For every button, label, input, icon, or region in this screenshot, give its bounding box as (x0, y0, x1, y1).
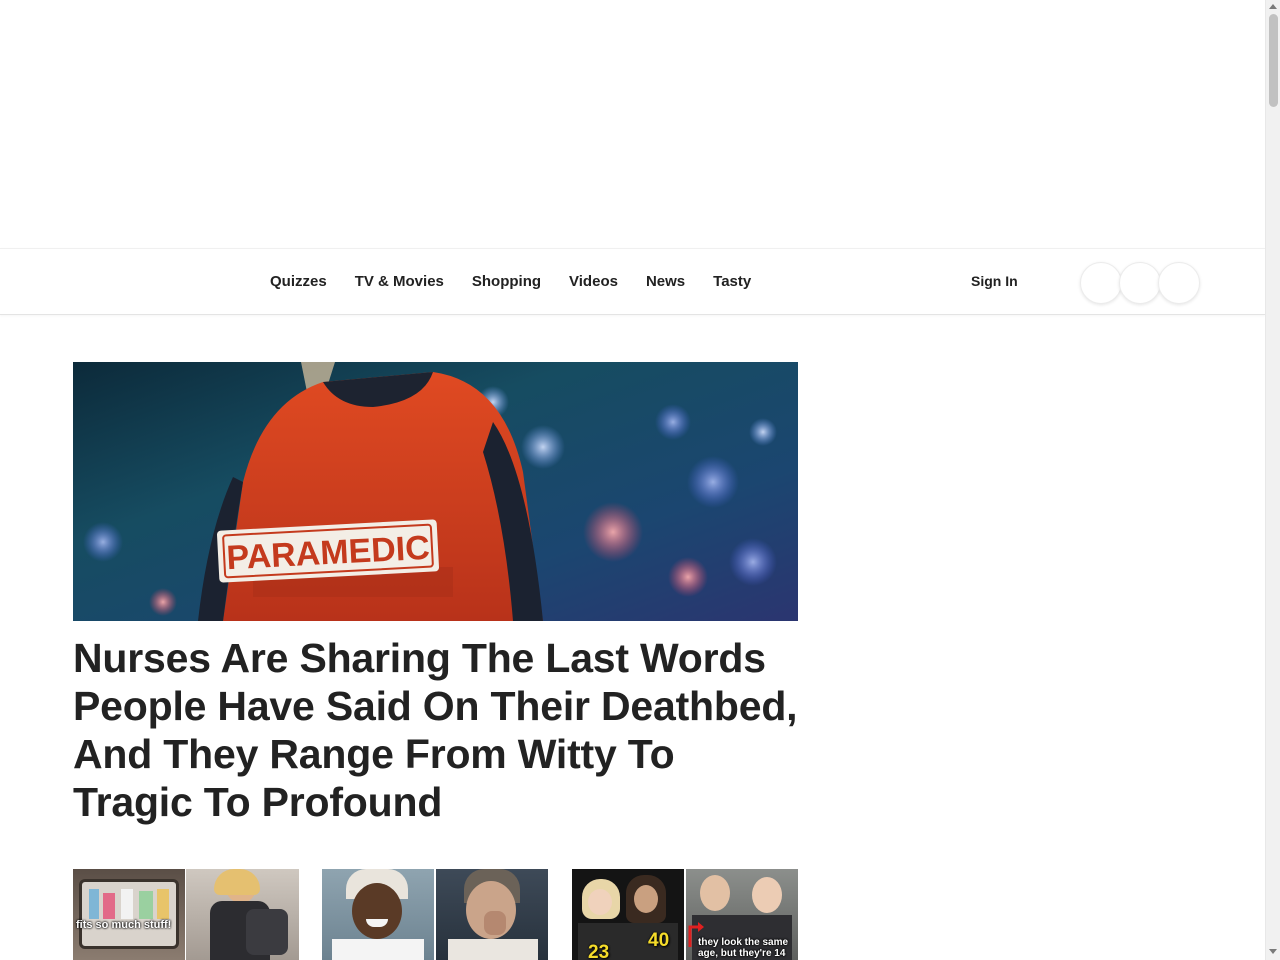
thumb2-left-image (322, 869, 434, 960)
scrollbar-thumb[interactable] (1269, 14, 1278, 107)
scroll-down-arrow-icon[interactable] (1269, 949, 1277, 954)
search-circle-button[interactable] (1119, 262, 1161, 304)
nav-item-videos[interactable]: Videos (569, 273, 618, 290)
article-thumbnail-2[interactable] (322, 869, 548, 960)
hero-image[interactable]: PARAMEDIC (73, 362, 798, 621)
thumb3-age-right: 40 (648, 930, 670, 951)
scroll-up-arrow-icon[interactable] (1269, 4, 1277, 9)
page: Quizzes TV & Movies Shopping Videos News… (0, 0, 1280, 960)
hero-paramedic-illustration: PARAMEDIC (73, 362, 798, 621)
account-circle-button[interactable] (1158, 262, 1200, 304)
thumb2-right-image (436, 869, 548, 960)
page-scrollbar[interactable] (1265, 0, 1280, 960)
main-navbar: Quizzes TV & Movies Shopping Videos News… (0, 248, 1265, 315)
thumb1-right-image (186, 869, 299, 960)
nav-item-tv-movies[interactable]: TV & Movies (355, 273, 444, 290)
article-thumbnail-3[interactable]: 23 40 they look the same age, but they'r… (572, 869, 798, 960)
sign-in-link[interactable]: Sign In (971, 273, 1018, 289)
hero-headline[interactable]: Nurses Are Sharing The Last Words People… (73, 634, 798, 826)
thumb1-caption: fits so much stuff! (76, 919, 172, 931)
thumb1-left-image (73, 869, 185, 960)
thumb3-caption: they look the same age, but they're 14 (698, 937, 789, 959)
thumb3-age-left: 23 (588, 942, 610, 960)
nav-item-tasty[interactable]: Tasty (713, 273, 751, 290)
nav-item-news[interactable]: News (646, 273, 685, 290)
nav-item-shopping[interactable]: Shopping (472, 273, 541, 290)
top-ad-space (0, 0, 1265, 248)
nav-links: Quizzes TV & Movies Shopping Videos News… (270, 249, 779, 314)
nav-item-quizzes[interactable]: Quizzes (270, 273, 327, 290)
menu-circle-button[interactable] (1080, 262, 1122, 304)
article-thumbnail-1[interactable]: fits so much stuff! (73, 869, 299, 960)
